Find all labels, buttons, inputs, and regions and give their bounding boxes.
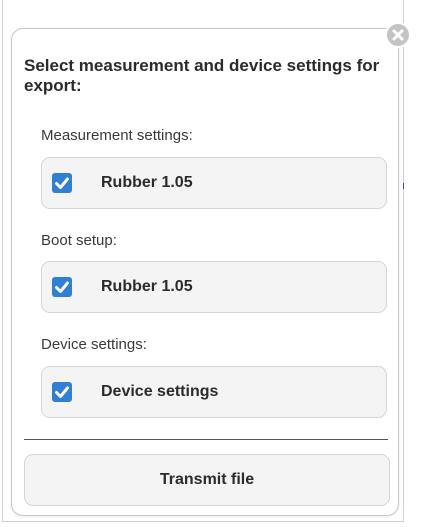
section-label-measurement: Measurement settings: xyxy=(41,127,193,144)
option-label: Rubber 1.05 xyxy=(101,278,193,295)
checkmark-icon xyxy=(55,386,69,398)
option-measurement-settings[interactable]: Rubber 1.05 xyxy=(41,157,387,209)
background-mark xyxy=(403,183,404,189)
close-icon xyxy=(392,29,404,41)
checkmark-icon xyxy=(55,281,69,293)
section-label-device-settings: Device settings: xyxy=(41,336,147,353)
export-settings-dialog: Select measurement and device settings f… xyxy=(11,28,399,516)
transmit-file-button[interactable]: Transmit file xyxy=(24,454,390,506)
dialog-title: Select measurement and device settings f… xyxy=(24,56,380,95)
section-label-boot-setup: Boot setup: xyxy=(41,232,117,249)
option-label: Device settings xyxy=(101,383,219,400)
option-boot-setup[interactable]: Rubber 1.05 xyxy=(41,261,387,313)
divider xyxy=(24,439,388,440)
checkmark-icon xyxy=(55,177,69,189)
option-device-settings[interactable]: Device settings xyxy=(41,366,387,418)
boot-setup-checkbox[interactable] xyxy=(52,277,72,297)
close-button[interactable] xyxy=(385,22,411,48)
measurement-settings-checkbox[interactable] xyxy=(52,173,72,193)
device-settings-checkbox[interactable] xyxy=(52,382,72,402)
option-label: Rubber 1.05 xyxy=(101,174,193,191)
